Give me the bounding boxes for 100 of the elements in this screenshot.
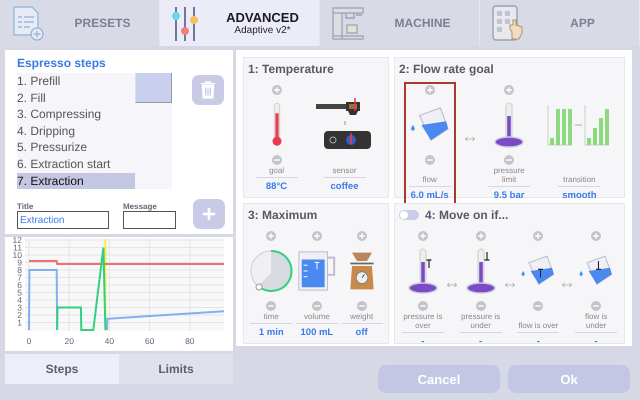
parameter-label: pressure limit [492, 166, 526, 184]
parameter-label: weight [349, 312, 374, 321]
tab[interactable]: MACHINE [320, 0, 480, 46]
tab-subtitle: Adaptive v2* [234, 25, 291, 36]
decrease-button[interactable] [266, 301, 276, 311]
pressure-down-arrow-icon [466, 248, 496, 294]
increase-button[interactable] [533, 231, 544, 241]
axis-tick-label: 20 [64, 336, 74, 346]
parameter-value[interactable]: - [421, 336, 424, 347]
step-item[interactable]: 5. Pressurize [17, 139, 135, 156]
add-button[interactable] [193, 199, 225, 230]
decrease-button[interactable] [272, 155, 282, 165]
increase-button[interactable] [418, 231, 428, 241]
step-item[interactable]: 7. Extraction [17, 172, 135, 190]
step-item[interactable]: 2. Fill [17, 90, 135, 106]
step-item[interactable]: 1. Prefill [17, 73, 135, 90]
decrease-button[interactable] [476, 301, 486, 311]
toggle-switch[interactable] [399, 210, 419, 220]
axis-tick-label: 7 [17, 272, 22, 282]
axis-tick-label: 11 [13, 242, 22, 252]
card-title: 3: Maximum [248, 208, 318, 222]
espresso-machine-icon [330, 5, 366, 41]
increase-button[interactable] [504, 85, 514, 95]
card-title: 1: Temperature [248, 62, 334, 76]
parameter-value[interactable]: 88°C [266, 181, 288, 192]
timer-icon [249, 249, 294, 293]
double-arrow-icon [562, 282, 572, 288]
parameter-label: transition [562, 175, 597, 184]
axis-tick-label: 0 [26, 336, 32, 346]
tab[interactable]: APP [480, 0, 640, 46]
bar-transition-icon [547, 104, 612, 146]
message-field[interactable] [123, 211, 176, 230]
parameter-label: volume [302, 312, 331, 321]
title-field[interactable]: Extraction [17, 211, 109, 230]
decrease-button[interactable] [533, 301, 544, 311]
axis-tick-label: 2 [17, 310, 22, 320]
tab[interactable]: Steps [5, 354, 119, 384]
increase-button[interactable] [312, 231, 322, 241]
decrease-button[interactable] [424, 155, 435, 165]
parameter-label: flow is under [584, 312, 608, 330]
parameter-label: time [262, 312, 280, 321]
scrollbar-thumb[interactable] [135, 73, 172, 103]
axis-tick-label: 8 [17, 265, 22, 275]
axis-tick-label: 3 [17, 302, 22, 312]
step-item[interactable]: 4. Dripping [17, 122, 135, 140]
increase-button[interactable] [591, 231, 602, 241]
axis-tick-label: 6 [17, 280, 22, 290]
axis-tick-label: 9 [17, 258, 22, 268]
axis-tick-label: 4 [17, 295, 22, 305]
axis-tick-label: 5 [17, 288, 22, 298]
axis-tick-label: 80 [185, 336, 195, 346]
step-item[interactable]: 6. Extraction start [17, 156, 135, 173]
parameter-value[interactable]: off [356, 327, 368, 338]
axis-tick-label: 10 [12, 250, 22, 260]
decrease-button[interactable] [418, 301, 428, 311]
parameter-label: sensor [331, 166, 358, 175]
decrease-button[interactable] [591, 301, 602, 311]
card-title: 2: Flow rate goal [399, 62, 494, 76]
increase-button[interactable] [356, 231, 367, 241]
parameter-label: goal [268, 166, 286, 175]
axis-tick-label: 12 [12, 237, 22, 245]
parameter-value[interactable]: - [479, 336, 482, 347]
axis-tick-label: 40 [104, 336, 114, 346]
decrease-button[interactable] [356, 301, 367, 311]
axis-tick-label: 60 [144, 336, 154, 346]
parameter-label: pressure is over [402, 312, 444, 330]
plus-icon [202, 207, 216, 222]
card-title: 4: Move on if... [425, 208, 508, 222]
double-arrow-icon [446, 282, 457, 288]
increase-button[interactable] [272, 85, 282, 95]
increase-button[interactable] [476, 231, 486, 241]
parameter-value[interactable]: 9.5 bar [494, 190, 524, 201]
delete-button[interactable] [192, 75, 224, 105]
axis-tick-label: 1 [17, 318, 22, 328]
increase-button[interactable] [266, 231, 276, 241]
parameter-value[interactable]: - [594, 336, 598, 347]
decrease-button[interactable] [312, 301, 322, 311]
panel-title: Espresso steps [17, 56, 107, 70]
tab[interactable]: PRESETS [0, 0, 160, 46]
parameter-label: flow is over [517, 321, 560, 330]
parameter-value[interactable]: 1 min [258, 327, 284, 338]
parameter-value[interactable]: 100 mL [300, 327, 334, 338]
tab[interactable]: Limits [119, 354, 233, 384]
measuring-jug-icon [296, 250, 338, 292]
parameter-value[interactable]: 6.0 mL/s [410, 190, 449, 201]
tab[interactable]: ADVANCED Adaptive v2* [160, 0, 320, 46]
pressure-gauge-icon [494, 102, 524, 148]
double-arrow-icon [504, 282, 514, 288]
field-label: Message [123, 202, 157, 212]
step-item[interactable]: 3. Compressing [17, 106, 135, 123]
parameter-value[interactable]: coffee [330, 181, 358, 192]
double-arrow-icon [464, 136, 475, 142]
parameter-value[interactable]: - [536, 336, 540, 347]
parameter-value[interactable]: smooth [562, 190, 597, 201]
increase-button[interactable] [424, 85, 435, 95]
trash-icon [200, 81, 216, 99]
pressure-up-arrow-icon [408, 248, 438, 294]
decrease-button[interactable] [504, 155, 514, 165]
parameter-label: pressure is under [460, 312, 502, 330]
field-label: Title [17, 202, 34, 212]
